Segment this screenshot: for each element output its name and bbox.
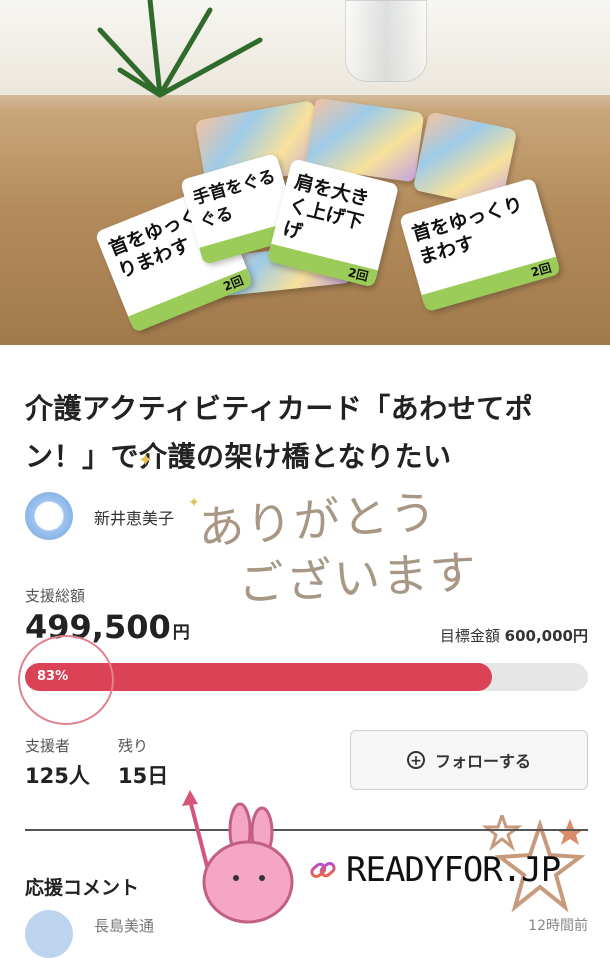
highlight-circle: [18, 635, 114, 725]
section-divider: [25, 829, 588, 831]
currency-unit: 円: [172, 623, 190, 643]
glass-vase: [345, 0, 427, 82]
hero-image: 首をゆっくりまわす 2回 手首をぐるぐる 肩を大きく上げ下げ 2回 首をゆっくり…: [0, 0, 610, 345]
readyfor-brand: READYFOR.JP: [308, 850, 561, 890]
supporters-count: 125人: [25, 764, 90, 788]
commenter-avatar[interactable]: [25, 910, 73, 958]
goal-amount: 目標金額 600,000円: [440, 625, 588, 646]
sparkle-icon: ✦: [138, 450, 154, 471]
thanks-line-2: ございます: [236, 544, 480, 612]
card-count: 2回: [346, 265, 370, 284]
card-text: 肩を大きく上げ下げ: [280, 170, 372, 244]
project-title: 介護アクティビティカード「あわせてポン！」で介護の架け橋となりたい: [25, 392, 534, 473]
supporters-label: 支援者: [25, 737, 71, 755]
commenter-name[interactable]: 長島美通: [94, 915, 154, 936]
thanks-overlay: ありがとう ございます: [188, 485, 588, 620]
follow-button[interactable]: + フォローする: [350, 730, 588, 790]
card-text: 首をゆっくりまわす: [409, 193, 526, 269]
brand-name: READYFOR.JP: [346, 850, 561, 890]
plant-leaves: [97, 0, 263, 98]
owner-avatar[interactable]: [25, 492, 73, 540]
plus-circle-icon: +: [406, 751, 425, 769]
remaining-label: 残り: [118, 737, 149, 755]
goal-label: 目標金額: [439, 627, 500, 645]
bunny-sticker: [182, 790, 294, 924]
owner-name[interactable]: 新井恵美子: [94, 505, 174, 529]
follow-label: フォローする: [434, 752, 531, 771]
total-label: 支援総額: [25, 587, 86, 605]
card-count: 2回: [529, 260, 553, 280]
card-text: 手首をぐるぐる: [190, 166, 278, 233]
activity-card: 首をゆっくりまわす 2回: [398, 177, 562, 313]
cheer-comments-heading: 応援コメント: [25, 877, 140, 899]
goal-value: 600,000円: [504, 627, 588, 645]
link-icon: [310, 862, 336, 878]
comment-time: 12時間前: [528, 918, 588, 934]
remaining-days: 15日: [118, 764, 169, 788]
